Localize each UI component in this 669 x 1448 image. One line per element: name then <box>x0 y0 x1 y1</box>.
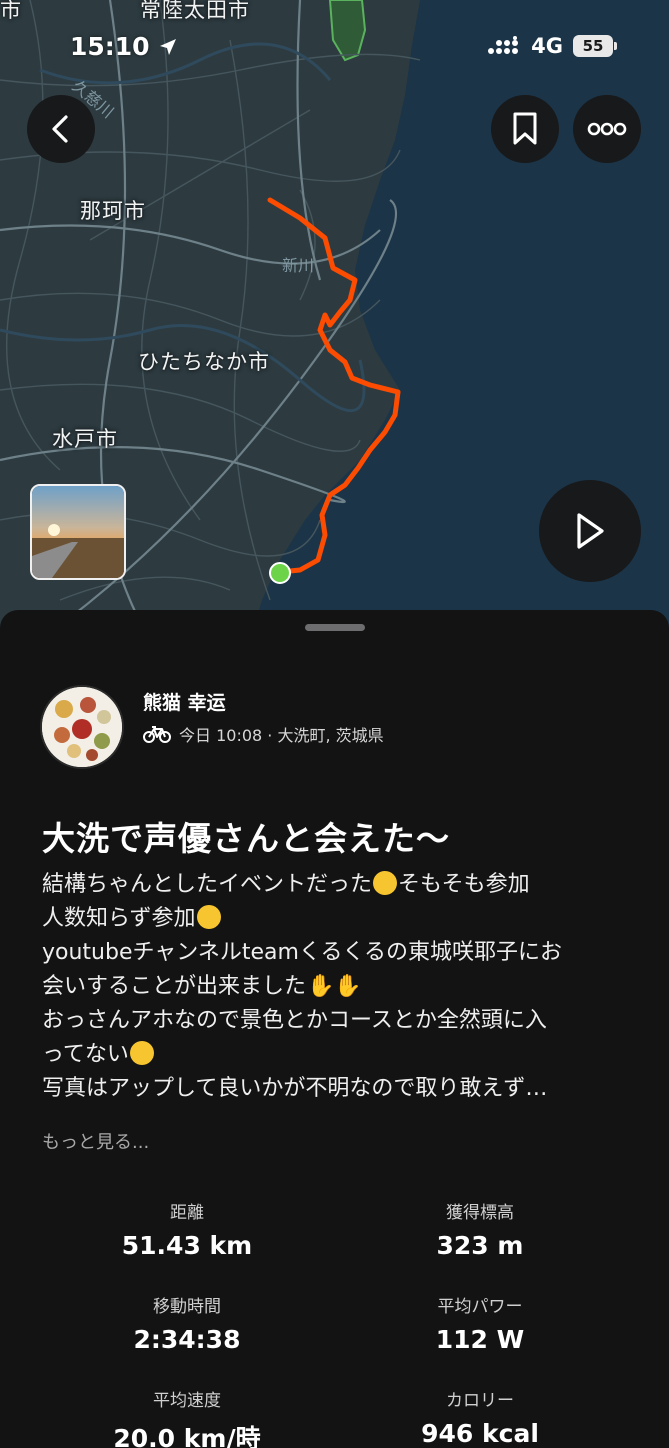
stat-label: 距離 <box>170 1203 204 1223</box>
stat-label: 平均速度 <box>153 1391 221 1411</box>
sheet-drag-handle[interactable] <box>305 624 365 631</box>
stat-avg-power: 平均パワー 112 W <box>330 1292 630 1354</box>
play-icon <box>577 513 604 549</box>
stat-label: 移動時間 <box>153 1297 221 1317</box>
map-label-edge: 市 <box>0 0 22 22</box>
stat-elevation-gain: 獲得標高 323 m <box>330 1198 630 1260</box>
avatar[interactable] <box>40 685 124 769</box>
description-text: 会いすることが出来ました <box>42 974 307 999</box>
chevron-left-icon <box>52 115 68 143</box>
hand-over-mouth-emoji-icon <box>196 905 221 929</box>
description-text: そもそも参加 <box>398 872 530 897</box>
bookmark-button[interactable] <box>491 95 559 163</box>
battery-icon: 55 <box>573 35 617 57</box>
activity-meta-text: 今日 10:08 · 大洗町, 茨城県 <box>179 726 384 745</box>
flushed-emoji-icon <box>373 871 398 895</box>
stat-value: 51.43 km <box>121 1231 253 1260</box>
activity-detail-sheet: 熊猫 幸运 今日 10:08 · 大洗町, 茨城県 大洗で声優さんと会えた〜 結… <box>0 610 669 1448</box>
description-line: 会いすることが出来ました✋✋ <box>42 970 642 1004</box>
activity-photo-thumbnail[interactable] <box>30 484 126 580</box>
rolling-laughing-emoji-icon <box>129 1041 154 1065</box>
ellipsis-icon <box>587 122 627 136</box>
flyover-play-button[interactable] <box>539 480 641 582</box>
map-label-mito: 水戸市 <box>52 427 118 451</box>
stat-value: 946 kcal <box>421 1419 539 1448</box>
stat-label: カロリー <box>446 1391 514 1411</box>
map-label-hitachiota: 常陸太田市 <box>140 0 250 22</box>
status-time: 15:10 <box>70 32 178 61</box>
description-text: 写真はアップして良いかが不明なので取り敢えず… <box>42 1076 548 1101</box>
description-line: 人数知らず参加 <box>42 902 642 936</box>
stat-value: 20.0 km/時 <box>113 1424 261 1448</box>
stat-distance: 距離 51.43 km <box>37 1198 337 1260</box>
location-arrow-icon <box>159 38 176 55</box>
status-indicators: 4G 55 <box>487 34 617 58</box>
activity-title: 大洗で声優さんと会えた〜 <box>42 819 450 858</box>
clapping-hands-emoji-icon: ✋✋ <box>307 974 362 999</box>
description-text: ってない <box>42 1042 129 1067</box>
bike-icon <box>143 726 171 743</box>
description-text: おっさんアホなので景色とかコースとか全然頭に入 <box>42 1008 547 1033</box>
sunset-photo <box>32 486 124 578</box>
signal-icon <box>488 36 519 54</box>
route-map[interactable]: 常陸太田市 市 久慈川 新川 那珂市 ひたちなか市 水戸市 15:10 4G 5… <box>0 0 669 640</box>
description-text: 人数知らず参加 <box>42 906 196 931</box>
description-text: 結構ちゃんとしたイベントだった <box>42 872 373 897</box>
see-more-link[interactable]: もっと見る... <box>42 1128 149 1154</box>
description-line: youtubeチャンネルteamくるくるの東城咲耶子にお <box>42 936 642 970</box>
map-label-hitachinaka: ひたちなか市 <box>138 350 270 374</box>
athlete-name[interactable]: 熊猫 幸运 <box>143 688 226 715</box>
stat-moving-time: 移動時間 2:34:38 <box>37 1292 337 1354</box>
description-line: 結構ちゃんとしたイベントだった そもそも参加 <box>42 868 642 902</box>
description-line: 写真はアップして良いかが不明なので取り敢えず… <box>42 1072 642 1106</box>
network-type: 4G <box>531 34 563 58</box>
description-line: ってない <box>42 1038 642 1072</box>
stat-value: 323 m <box>436 1231 524 1260</box>
stat-label: 獲得標高 <box>446 1203 514 1223</box>
back-button[interactable] <box>27 95 95 163</box>
activity-meta: 今日 10:08 · 大洗町, 茨城県 <box>143 722 384 746</box>
map-label-naka: 那珂市 <box>80 199 146 223</box>
more-options-button[interactable] <box>573 95 641 163</box>
description-line: おっさんアホなので景色とかコースとか全然頭に入 <box>42 1004 642 1038</box>
stat-value: 2:34:38 <box>133 1325 241 1354</box>
stat-avg-speed: 平均速度 20.0 km/時 <box>37 1386 337 1448</box>
bookmark-icon <box>513 112 537 145</box>
status-time-text: 15:10 <box>70 32 150 61</box>
stat-value: 112 W <box>435 1325 525 1354</box>
stat-calories: カロリー 946 kcal <box>330 1386 630 1448</box>
activity-description: 結構ちゃんとしたイベントだった そもそも参加 人数知らず参加 youtubeチャン… <box>42 868 642 1106</box>
start-marker <box>269 562 291 584</box>
stat-label: 平均パワー <box>437 1297 523 1317</box>
avatar-image <box>42 687 122 767</box>
description-text: youtubeチャンネルteamくるくるの東城咲耶子にお <box>42 940 563 965</box>
map-label-shin-river: 新川 <box>282 256 315 275</box>
